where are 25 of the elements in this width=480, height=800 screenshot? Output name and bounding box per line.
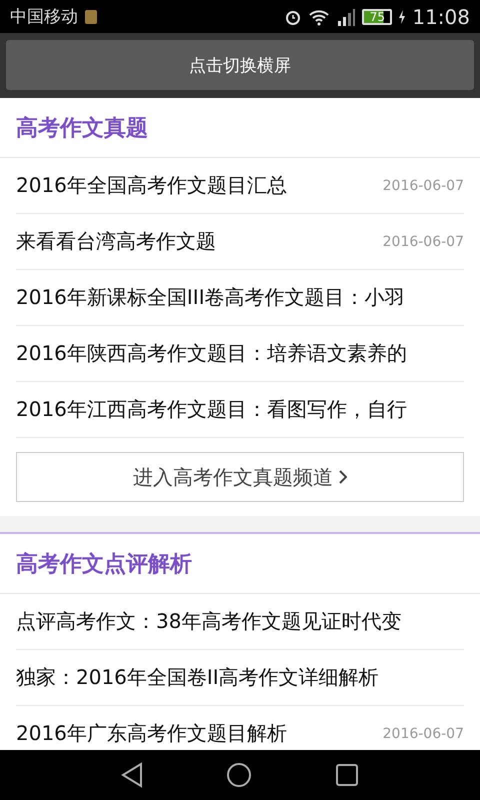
article-link[interactable]: 2016年江西高考作文题目：看图写作，自行 — [16, 396, 407, 423]
recents-icon[interactable] — [334, 763, 359, 787]
home-icon[interactable] — [226, 762, 252, 788]
article-link[interactable]: 点评高考作文：38年高考作文题见证时代变 — [16, 608, 402, 635]
article-link[interactable]: 独家：2016年全国卷II高考作文详细解析 — [16, 664, 379, 691]
article-link[interactable]: 2016年广东高考作文题目解析 — [16, 720, 287, 747]
section-title: 高考作文点评解析 — [0, 534, 480, 594]
channel-button[interactable]: 进入高考作文真题频道 — [16, 452, 464, 502]
article-link[interactable]: 2016年新课标全国III卷高考作文题目：小羽 — [16, 284, 405, 311]
article-date: 2016-06-07 — [382, 726, 464, 742]
article-link[interactable]: 2016年全国高考作文题目汇总 — [16, 172, 287, 199]
section-title: 高考作文真题 — [0, 98, 480, 158]
carrier-name: 中国移动 — [10, 6, 78, 28]
article-date: 2016-06-07 — [382, 178, 464, 194]
signal-icon — [336, 6, 356, 26]
sim-icon — [84, 8, 98, 24]
article-link[interactable]: 2016年陕西高考作文题目：培养语文素养的 — [16, 340, 407, 367]
chevron-icon — [339, 470, 347, 484]
article-date: 2016-06-07 — [382, 234, 464, 250]
clock: 11:08 — [412, 4, 470, 28]
rotate-screen-button[interactable]: 点击切换横屏 — [6, 40, 474, 90]
wifi-icon — [308, 8, 330, 26]
back-icon[interactable] — [121, 762, 144, 788]
charging-icon — [398, 8, 406, 24]
article-link[interactable]: 来看看台湾高考作文题 — [16, 228, 216, 255]
